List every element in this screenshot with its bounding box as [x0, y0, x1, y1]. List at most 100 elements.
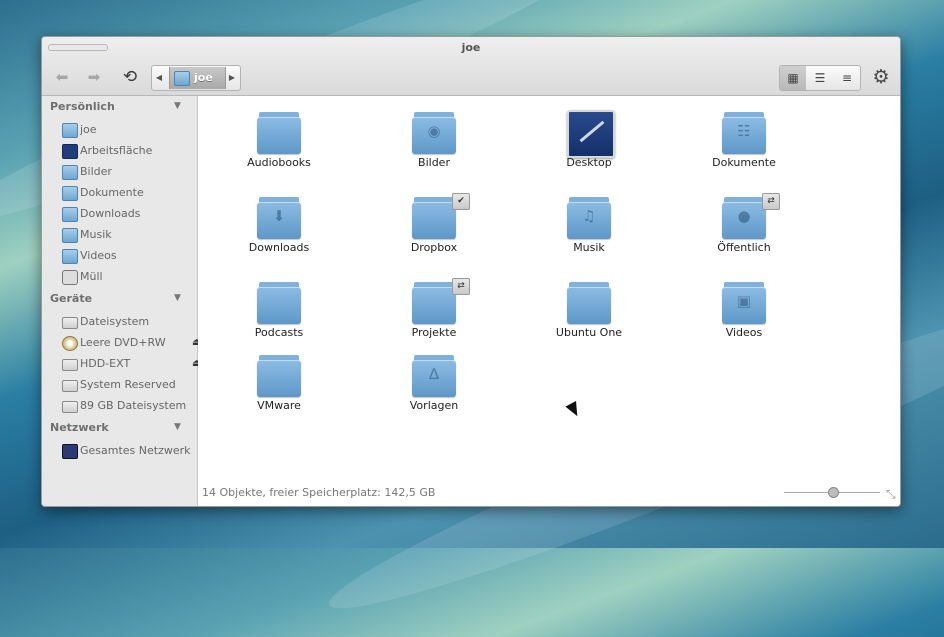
sidebar-header-network: Netzwerk: [50, 421, 109, 434]
back-button[interactable]: ⬅: [50, 67, 74, 87]
file-label: Bilder: [418, 156, 450, 169]
lines-icon: ☰: [814, 71, 826, 85]
file-manager-window: joe ⬅ ➡ ⟲ ◀ joe ▶ ▦ ☰ ≡ ⚙ Persönlich ▼ j…: [41, 36, 901, 507]
grid-icon: ▦: [787, 71, 799, 85]
folder-icon: [257, 282, 301, 324]
collapse-personal-button[interactable]: ▼: [174, 101, 181, 111]
forward-arrow-icon: ➡: [87, 68, 101, 86]
drive-icon: [62, 359, 78, 371]
documents-folder-icon: [62, 186, 78, 201]
file-grid: Audiobooks ◉ Bilder Desktop ☷ Dokumente …: [198, 96, 900, 506]
videos-folder-icon: ▣: [722, 282, 766, 324]
resize-grip-icon[interactable]: ⤡: [886, 487, 896, 502]
file-item-projekte[interactable]: ⇄ Projekte: [374, 278, 494, 340]
refresh-button[interactable]: ⟲: [118, 67, 142, 87]
check-emblem-icon: ✔: [452, 193, 470, 210]
sidebar-item-downloads[interactable]: Downloads: [62, 206, 192, 224]
file-item-dropbox[interactable]: ✔ Dropbox: [374, 193, 494, 255]
sidebar: Persönlich ▼ joe Arbeitsfläche Bilder Do…: [42, 96, 201, 506]
collapse-network-button[interactable]: ▼: [174, 422, 181, 432]
file-item-vmware[interactable]: VMware: [219, 351, 339, 413]
home-folder-icon: [62, 123, 78, 138]
sidebar-item-label: Leere DVD+RW: [80, 336, 166, 349]
file-item-oeffentlich[interactable]: ● ⇄ Öffentlich: [684, 193, 804, 255]
sidebar-item-dvd[interactable]: Leere DVD+RW ⏏: [62, 335, 201, 353]
sidebar-item-arbeitsflaeche[interactable]: Arbeitsfläche: [62, 143, 192, 161]
file-item-bilder[interactable]: ◉ Bilder: [374, 108, 494, 170]
file-item-dokumente[interactable]: ☷ Dokumente: [684, 108, 804, 170]
sidebar-item-dateisystem[interactable]: Dateisystem: [62, 314, 192, 332]
file-item-musik[interactable]: ♫ Musik: [529, 193, 649, 255]
file-item-ubuntu-one[interactable]: Ubuntu One: [529, 278, 649, 340]
file-item-downloads[interactable]: ⬇ Downloads: [219, 193, 339, 255]
sidebar-header-personal: Persönlich: [50, 100, 115, 113]
videos-folder-icon: [62, 249, 78, 264]
refresh-icon: ⟲: [122, 67, 138, 87]
breadcrumb-right-button[interactable]: ▶: [225, 66, 239, 90]
sidebar-item-network[interactable]: Gesamtes Netzwerk: [62, 443, 192, 461]
sidebar-item-label: Dateisystem: [80, 315, 150, 328]
file-item-vorlagen[interactable]: ∆ Vorlagen: [374, 351, 494, 413]
settings-button[interactable]: ⚙: [870, 66, 892, 88]
shared-emblem-icon: ⇄: [452, 278, 470, 295]
file-item-podcasts[interactable]: Podcasts: [219, 278, 339, 340]
sidebar-item-label: System Reserved: [80, 378, 176, 391]
file-label: VMware: [257, 399, 301, 412]
view-switcher: ▦ ☰ ≡: [779, 65, 861, 91]
file-label: Vorlagen: [409, 399, 459, 412]
sidebar-item-label: Arbeitsfläche: [80, 144, 153, 157]
templates-folder-icon: ∆: [412, 355, 456, 397]
documents-folder-icon: ☷: [722, 112, 766, 154]
sidebar-item-label: Gesamtes Netzwerk: [80, 444, 191, 457]
sidebar-item-89gb[interactable]: 89 GB Dateisystem: [62, 398, 192, 416]
statusbar: 14 Objekte, freier Speicherplatz: 142,5 …: [198, 479, 900, 506]
status-text: 14 Objekte, freier Speicherplatz: 142,5 …: [202, 486, 436, 499]
folder-icon: [567, 282, 611, 324]
file-label: Videos: [725, 326, 763, 339]
home-folder-icon: [174, 71, 190, 86]
breadcrumb-label: joe: [194, 71, 213, 84]
titlebar: joe ⬅ ➡ ⟲ ◀ joe ▶ ▦ ☰ ≡ ⚙: [42, 37, 900, 96]
folder-icon: [412, 282, 456, 324]
public-folder-icon: ●: [722, 197, 766, 239]
file-label: Audiobooks: [247, 156, 311, 169]
breadcrumb-item-joe[interactable]: joe: [169, 67, 226, 89]
collapse-devices-button[interactable]: ▼: [174, 293, 181, 303]
caret-right-icon: ▶: [228, 73, 236, 82]
desktop-icon: [567, 110, 615, 158]
gear-icon: ⚙: [872, 66, 890, 88]
file-label: Öffentlich: [717, 241, 771, 254]
sidebar-header-devices: Geräte: [50, 292, 93, 305]
sidebar-item-dokumente[interactable]: Dokumente: [62, 185, 192, 203]
pictures-folder-icon: ◉: [412, 112, 456, 154]
breadcrumb-left-button[interactable]: ◀: [152, 66, 166, 90]
sidebar-item-label: Videos: [80, 249, 117, 262]
sidebar-item-muell[interactable]: Müll: [62, 269, 192, 287]
file-label: Podcasts: [254, 326, 304, 339]
list-view-button[interactable]: ≡: [834, 66, 860, 90]
window-title: joe: [461, 41, 481, 54]
zoom-slider-handle[interactable]: [828, 487, 839, 498]
sidebar-item-joe[interactable]: joe: [62, 122, 192, 140]
pictures-folder-icon: [62, 165, 78, 180]
file-item-videos[interactable]: ▣ Videos: [684, 278, 804, 340]
sidebar-item-label: joe: [80, 123, 97, 136]
file-item-audiobooks[interactable]: Audiobooks: [219, 108, 339, 170]
breadcrumb: ◀ joe ▶: [151, 65, 241, 91]
sidebar-item-system-reserved[interactable]: System Reserved: [62, 377, 192, 395]
sidebar-item-label: Bilder: [80, 165, 112, 178]
compact-view-button[interactable]: ☰: [807, 66, 833, 90]
file-label: Projekte: [411, 326, 457, 339]
sidebar-item-bilder[interactable]: Bilder: [62, 164, 192, 182]
sidebar-item-hdd-ext[interactable]: HDD-EXT ⏏: [62, 356, 201, 374]
sidebar-item-label: Downloads: [80, 207, 141, 220]
disc-icon: [62, 336, 78, 351]
drive-icon: [62, 380, 78, 392]
sidebar-item-videos[interactable]: Videos: [62, 248, 192, 266]
forward-button[interactable]: ➡: [82, 67, 106, 87]
icon-view-button[interactable]: ▦: [780, 66, 806, 90]
file-label: Desktop: [566, 156, 612, 169]
sidebar-item-musik[interactable]: Musik: [62, 227, 192, 245]
folder-icon: [412, 197, 456, 239]
file-item-desktop[interactable]: Desktop: [529, 108, 649, 170]
